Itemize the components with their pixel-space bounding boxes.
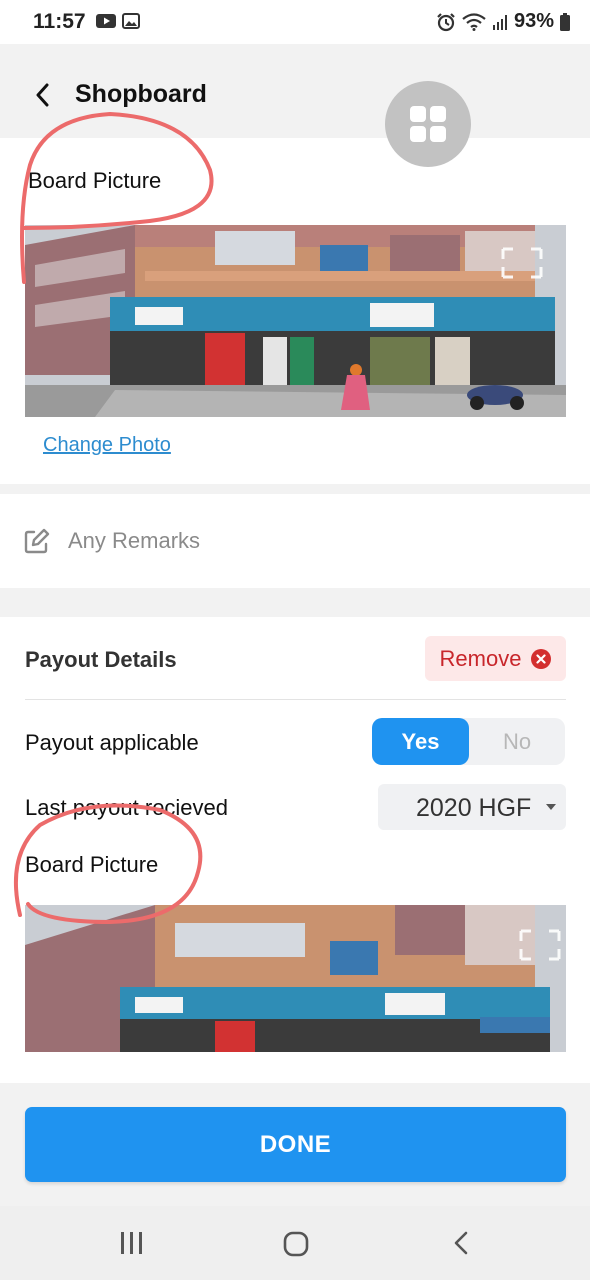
status-bar: 11:57 93% xyxy=(0,0,590,44)
status-time: 11:57 xyxy=(33,10,86,33)
home-icon[interactable] xyxy=(282,1230,310,1258)
back-button[interactable] xyxy=(26,78,60,112)
chevron-down-icon xyxy=(546,804,556,810)
divider xyxy=(25,699,566,700)
app-header: Shopboard xyxy=(0,44,590,138)
battery-percent: 93% xyxy=(513,10,554,32)
payout-details-card: Payout Details Remove Payout applicable … xyxy=(0,617,590,1083)
last-payout-value: 2020 HGF xyxy=(416,794,532,822)
wifi-icon xyxy=(462,12,486,31)
payout-details-title: Payout Details xyxy=(25,647,177,672)
board-picture-card: Board Picture Change Photo xyxy=(0,138,590,484)
remarks-card: Any Remarks xyxy=(0,494,590,588)
close-circle-icon xyxy=(531,648,552,669)
gallery-icon xyxy=(122,13,140,29)
payout-applicable-label: Payout applicable xyxy=(25,730,199,755)
board-photo[interactable] xyxy=(25,225,566,417)
second-board-photo[interactable] xyxy=(25,905,566,1052)
battery-icon xyxy=(560,12,570,31)
status-system-icons: 93% xyxy=(436,10,570,33)
edit-icon xyxy=(24,528,50,554)
done-label: DONE xyxy=(259,1130,332,1158)
last-payout-label: Last payout recieved xyxy=(25,795,229,820)
signal-icon xyxy=(492,14,507,30)
toggle-yes-button[interactable]: Yes xyxy=(372,718,469,765)
second-board-picture-label: Board Picture xyxy=(25,852,159,877)
toggle-no-button[interactable]: No xyxy=(469,718,565,765)
recent-apps-icon[interactable] xyxy=(118,1230,146,1256)
back-icon[interactable] xyxy=(450,1230,474,1256)
last-payout-select[interactable]: 2020 HGF xyxy=(378,784,566,830)
remarks-placeholder: Any Remarks xyxy=(68,528,201,553)
navigation-bar xyxy=(0,1206,590,1280)
done-button[interactable]: DONE xyxy=(25,1107,566,1182)
change-photo-link[interactable]: Change Photo xyxy=(43,434,171,457)
alarm-icon xyxy=(437,12,455,31)
payout-applicable-toggle: Yes No xyxy=(372,718,565,765)
page-title: Shopboard xyxy=(75,80,207,108)
back-arrow-icon xyxy=(36,83,49,107)
board-picture-label: Board Picture xyxy=(28,168,162,193)
apps-grid-icon xyxy=(410,106,446,142)
apps-grid-button[interactable] xyxy=(385,81,471,167)
status-notification-icons xyxy=(96,13,140,29)
remarks-input[interactable]: Any Remarks xyxy=(24,528,200,554)
remove-label: Remove xyxy=(439,645,522,671)
remove-button[interactable]: Remove xyxy=(425,636,566,681)
youtube-icon xyxy=(96,14,116,28)
